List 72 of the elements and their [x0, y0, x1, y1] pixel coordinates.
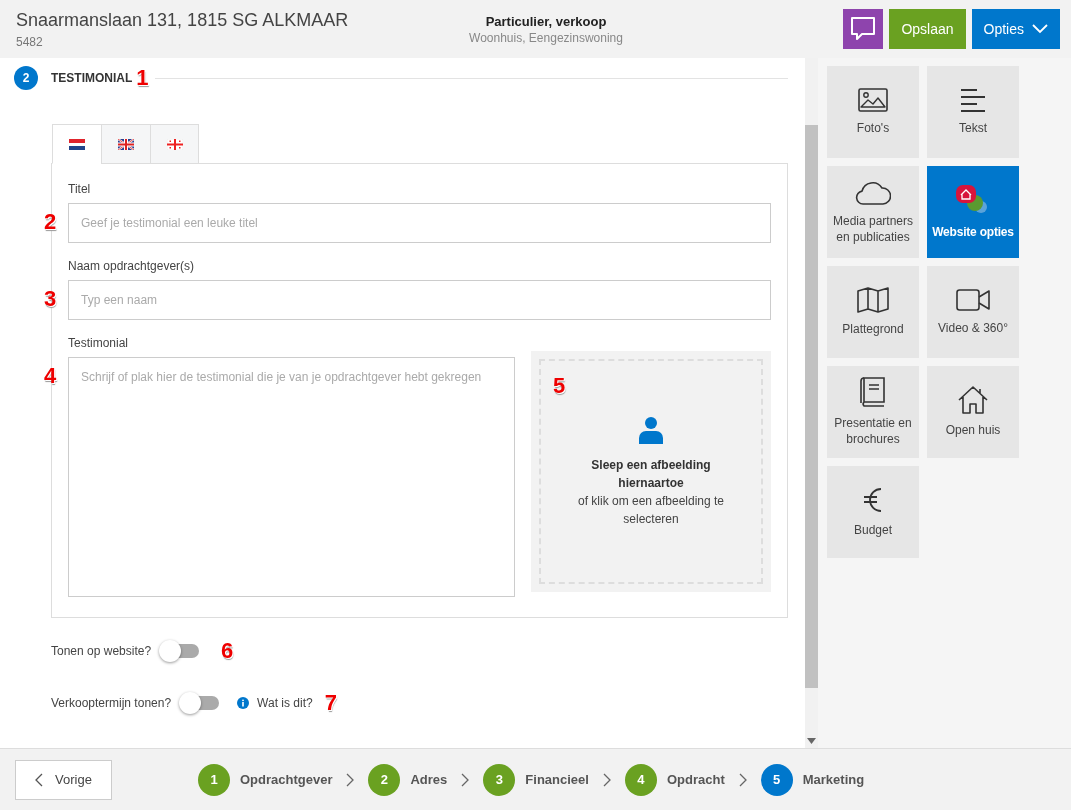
callout-number: 6: [221, 640, 234, 662]
text-input-field[interactable]: Geef je testimonial een leuke titel: [68, 203, 771, 243]
flag-icon: [69, 138, 85, 150]
chevron-right-icon: [461, 772, 470, 787]
chat-button[interactable]: [843, 9, 884, 49]
address-title: Snaarmanslaan 131, 1815 SG ALKMAAR: [16, 9, 350, 31]
chevron-right-icon: [346, 772, 355, 787]
module-tile[interactable]: Budget: [827, 466, 919, 558]
options-button[interactable]: Opties: [971, 9, 1060, 49]
step-number: 5: [760, 763, 793, 796]
help-link[interactable]: Wat is dit?: [257, 696, 313, 710]
flag-icon: [166, 138, 183, 150]
back-button[interactable]: Vorige: [15, 759, 112, 800]
dropzone-title: Sleep een afbeelding hiernaartoe: [590, 456, 712, 492]
field-label: Titel: [68, 182, 92, 196]
wizard-step[interactable]: 1 Opdrachtgever: [198, 763, 333, 796]
step-number: 2: [368, 763, 401, 796]
callout-number: 3: [44, 288, 57, 310]
field-label: Naam opdrachtgever(s): [68, 259, 196, 273]
callout-number: 1: [136, 67, 149, 89]
callout-number: 4: [44, 365, 57, 387]
section-number: 2: [14, 66, 38, 90]
listing-type: Particulier, verkoop: [485, 13, 607, 29]
chevron-right-icon: [602, 772, 611, 787]
image-icon: [858, 88, 888, 112]
scrollbar[interactable]: [805, 58, 818, 748]
video-camera-icon: [956, 288, 990, 312]
callout-number: 5: [553, 375, 566, 397]
module-tile[interactable]: Presentatie en brochures: [827, 366, 919, 458]
scroll-down-arrow-icon[interactable]: [807, 738, 816, 744]
wizard-step[interactable]: 3 Financieel: [483, 763, 589, 796]
language-tab[interactable]: [150, 124, 199, 164]
object-number: 5482: [16, 34, 44, 49]
section-title: TESTIMONIAL: [51, 71, 133, 85]
chevron-right-icon: [738, 772, 747, 787]
testimonial-textarea[interactable]: Schrijf of plak hier de testimonial die je van je opdrachtgever hebt gekregen: [68, 357, 515, 597]
flag-icon: [118, 138, 134, 150]
house-icon: [958, 386, 988, 414]
step-number: 4: [624, 763, 657, 796]
image-dropzone[interactable]: 5 Sleep een afbeelding hiernaartoe of klik om een afbeelding te selecteren: [531, 351, 771, 592]
chevron-down-icon: [1032, 24, 1048, 34]
callout-number: 2: [44, 211, 57, 233]
map-icon: [857, 287, 889, 313]
wizard-step[interactable]: 5 Marketing: [760, 763, 865, 796]
book-icon: [860, 377, 886, 407]
module-tile[interactable]: Website opties: [927, 166, 1019, 258]
wizard-step[interactable]: 2 Adres: [368, 763, 448, 796]
language-tab[interactable]: [52, 124, 101, 164]
speech-bubble-icon: [849, 15, 878, 43]
module-tile[interactable]: Tekst: [927, 66, 1019, 158]
euro-icon: [863, 486, 883, 514]
toggle-label: Verkooptermijn tonen?: [51, 696, 172, 710]
info-icon: [237, 697, 250, 709]
text-lines-icon: [960, 88, 986, 112]
module-tile[interactable]: Foto's: [827, 66, 919, 158]
language-tab[interactable]: [101, 124, 150, 164]
field-label: Testimonial: [68, 336, 130, 350]
module-tile[interactable]: Plattegrond: [827, 266, 919, 358]
callout-number: 7: [324, 692, 337, 714]
chevron-left-icon: [35, 772, 44, 787]
step-number: 3: [483, 763, 516, 796]
wizard-step[interactable]: 4 Opdracht: [624, 763, 725, 796]
step-number: 1: [198, 763, 230, 796]
person-icon: [638, 415, 664, 444]
text-input-field[interactable]: Typ een naam: [68, 280, 771, 320]
dropzone-hint: of klik om een afbeelding te selecteren: [576, 492, 726, 528]
module-tile[interactable]: Open huis: [927, 366, 1019, 458]
toggle-label: Tonen op website?: [51, 644, 152, 658]
property-type: Woonhuis, Eengezinswoning: [469, 30, 623, 45]
cloud-icon: [855, 179, 891, 205]
module-tile[interactable]: Video & 360°: [927, 266, 1019, 358]
module-tile[interactable]: Media partners en publicaties: [827, 166, 919, 258]
